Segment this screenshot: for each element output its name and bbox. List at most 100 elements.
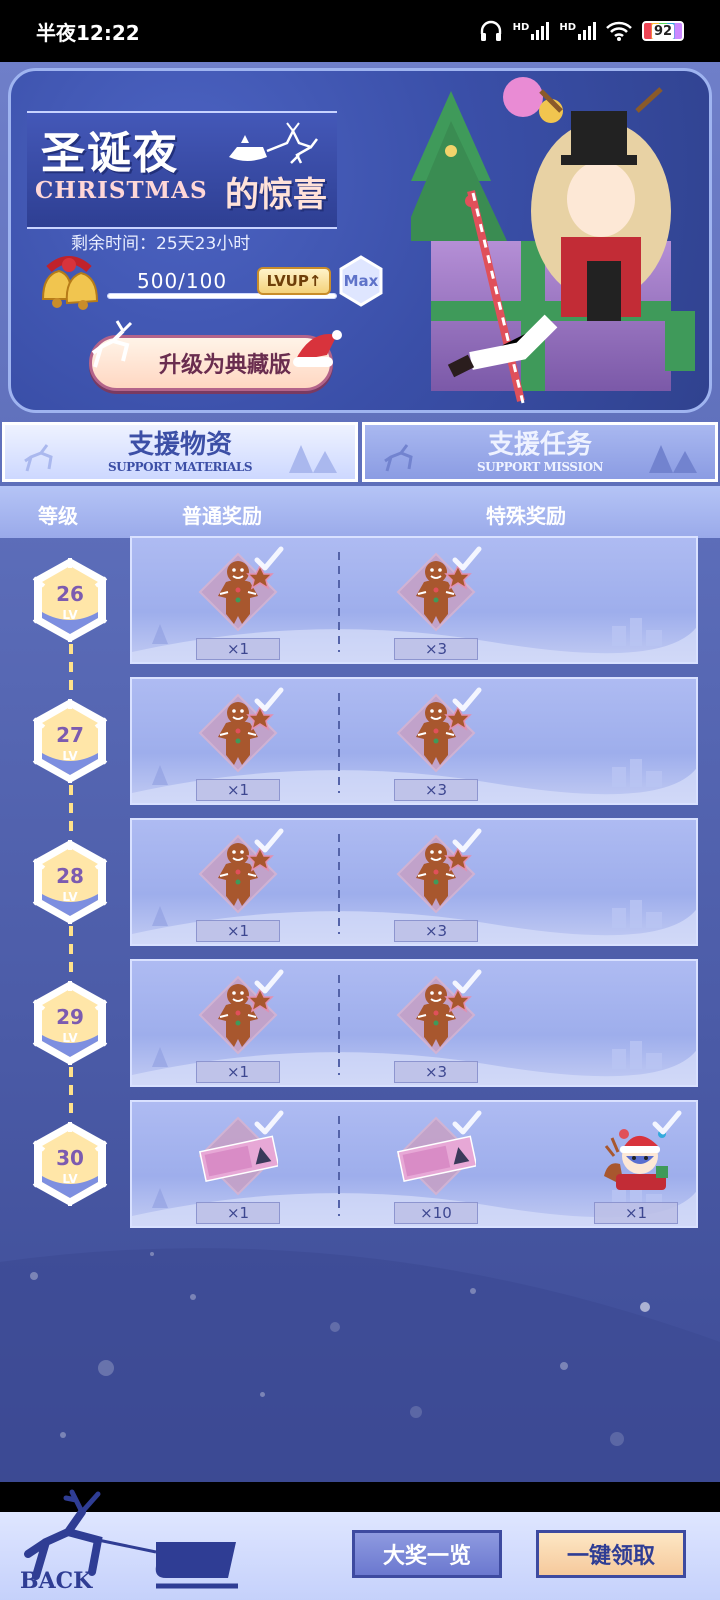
level-label: LV: [62, 608, 78, 622]
reindeer-icon: [24, 444, 53, 472]
reward-row: 30 LV ×1 ×10 ×1: [0, 1100, 720, 1232]
level-number: 28: [56, 864, 84, 888]
reward-quantity: ×1: [196, 779, 280, 801]
level-number: 27: [56, 723, 84, 747]
back-button[interactable]: BACK: [6, 1482, 246, 1600]
reward-quantity: ×1: [594, 1202, 678, 1224]
level-number: 29: [56, 1005, 84, 1029]
reward-item[interactable]: ×1: [188, 826, 288, 942]
level-label: LV: [62, 1031, 78, 1045]
check-icon: [254, 828, 284, 853]
banner-title-cn-2: 的惊喜: [225, 175, 327, 215]
reward-quantity: ×10: [394, 1202, 478, 1224]
reward-row: 28 LV ×1 ×3: [0, 818, 720, 979]
reward-row: 26 LV ×1 ×3: [0, 536, 720, 697]
reward-item[interactable]: ×1: [188, 967, 288, 1083]
check-icon: [452, 1110, 482, 1135]
reward-item[interactable]: ×3: [386, 826, 486, 942]
reward-divider: [338, 552, 340, 652]
reward-quantity: ×3: [394, 1061, 478, 1083]
level-badge: 30 LV: [30, 1120, 110, 1208]
reward-quantity: ×1: [196, 1202, 280, 1224]
banner-title-en: CHRISTMAS: [35, 177, 208, 204]
reward-item[interactable]: ×1: [586, 1108, 686, 1224]
level-number: 30: [56, 1146, 84, 1170]
level-label: LV: [62, 890, 78, 904]
claim-all-button[interactable]: 一键领取: [536, 1530, 686, 1578]
check-icon: [452, 546, 482, 571]
reward-quantity: ×3: [394, 779, 478, 801]
reward-divider: [338, 975, 340, 1075]
reward-row: 29 LV ×1 ×3: [0, 959, 720, 1120]
column-level: 等级: [38, 504, 78, 528]
level-badge: 26 LV: [30, 556, 110, 644]
check-icon: [254, 546, 284, 571]
signal-icon-2: HD: [559, 22, 596, 40]
check-icon: [254, 969, 284, 994]
pine-trees-icon: [649, 445, 697, 473]
reward-card: ×1 ×10 ×1: [130, 1100, 698, 1228]
tab-support-mission[interactable]: 支援任务 SUPPORT MISSION: [362, 422, 718, 482]
reward-item[interactable]: ×1: [188, 544, 288, 660]
check-icon: [452, 687, 482, 712]
level-label: LV: [62, 749, 78, 763]
reindeer-sleigh-icon: [229, 122, 318, 164]
remaining-time-value: 25天23小时: [156, 234, 251, 254]
bottom-bar: BACK 大奖一览 一键领取: [0, 1482, 720, 1600]
check-icon: [452, 969, 482, 994]
reward-quantity: ×3: [394, 638, 478, 660]
signal-icon-1: HD: [513, 22, 550, 40]
reindeer-icon: [384, 444, 413, 472]
reward-item[interactable]: ×1: [188, 685, 288, 801]
reward-card: ×1 ×3: [130, 677, 698, 805]
reward-item[interactable]: ×10: [386, 1108, 486, 1224]
reward-item[interactable]: ×3: [386, 544, 486, 660]
banner-title-cn: 圣诞夜: [41, 128, 179, 179]
santa-hat-icon: [293, 330, 342, 367]
level-badge: 28 LV: [30, 838, 110, 926]
reward-quantity: ×3: [394, 920, 478, 942]
wifi-icon: [606, 21, 632, 41]
check-icon: [254, 687, 284, 712]
reward-item[interactable]: ×1: [188, 1108, 288, 1224]
banner-title-box: 圣诞夜 CHRISTMAS 的惊喜: [27, 111, 337, 229]
reward-row: 27 LV ×1 ×3: [0, 677, 720, 838]
level-number: 26: [56, 582, 84, 606]
event-banner: 圣诞夜 CHRISTMAS 的惊喜 剩余时间：25天23小时 500/100 L…: [8, 68, 712, 413]
level-label: LV: [62, 1172, 78, 1186]
reward-card: ×1 ×3: [130, 818, 698, 946]
reward-divider: [338, 834, 340, 934]
reward-column-header: 等级 普通奖励 特殊奖励: [0, 486, 720, 538]
prize-list-button[interactable]: 大奖一览: [352, 1530, 502, 1578]
check-icon: [652, 1110, 682, 1135]
check-icon: [452, 828, 482, 853]
tab-support-materials[interactable]: 支援物资 SUPPORT MATERIALS: [2, 422, 358, 482]
level-badge: 27 LV: [30, 697, 110, 785]
reward-quantity: ×1: [196, 920, 280, 942]
progress-text: 500/100: [137, 269, 228, 293]
reward-quantity: ×1: [196, 1061, 280, 1083]
app-screen: 圣诞夜 CHRISTMAS 的惊喜 剩余时间：25天23小时 500/100 L…: [0, 62, 720, 1482]
reward-quantity: ×1: [196, 638, 280, 660]
column-special-reward: 特殊奖励: [486, 504, 566, 528]
reindeer-icon: [91, 320, 133, 368]
background-hill-shape: [0, 1248, 720, 1482]
status-time: 半夜12:22: [36, 20, 140, 45]
column-normal-reward: 普通奖励: [182, 504, 262, 528]
tab-bar: 支援物资 SUPPORT MATERIALS 支援任务 SUPPORT MISS…: [0, 422, 720, 484]
level-badge: 29 LV: [30, 979, 110, 1067]
reward-item[interactable]: ×3: [386, 967, 486, 1083]
status-bar: 半夜12:22 HD HD 92: [0, 0, 720, 62]
battery-icon: 92: [642, 21, 684, 41]
check-icon: [254, 1110, 284, 1135]
reward-divider: [338, 1116, 340, 1216]
max-level-badge: Max: [335, 255, 387, 307]
headphones-icon: [480, 20, 501, 41]
pine-trees-icon: [289, 445, 337, 473]
reward-item[interactable]: ×3: [386, 685, 486, 801]
santa-girl-illustration: [411, 77, 695, 404]
bells-icon: [41, 256, 99, 310]
lvup-button[interactable]: LVUP↑: [257, 267, 331, 295]
reward-card: ×1 ×3: [130, 959, 698, 1087]
status-icons: HD HD 92: [479, 20, 684, 42]
